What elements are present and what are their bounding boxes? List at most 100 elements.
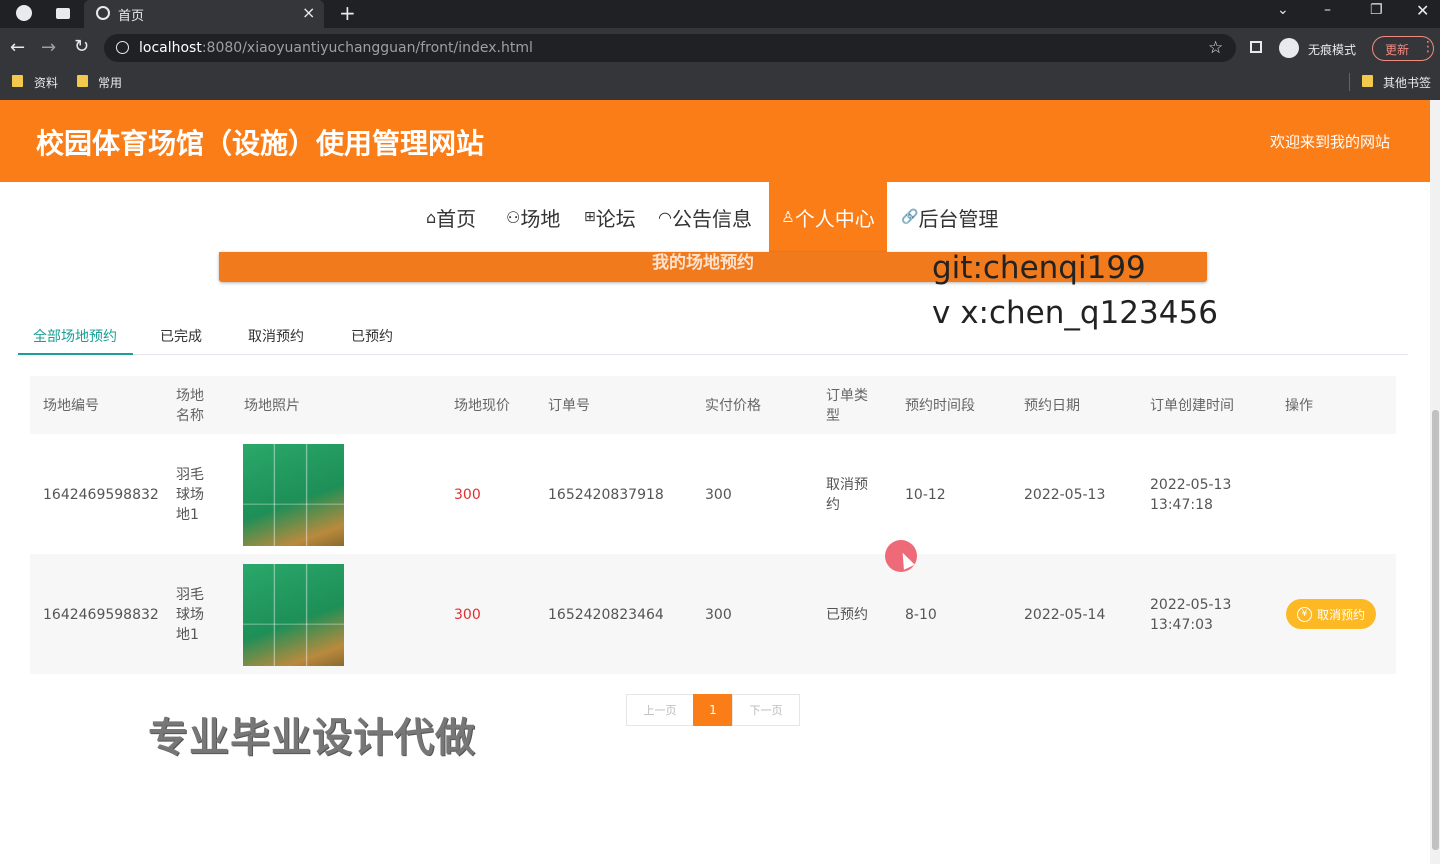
site-title: 校园体育场馆（设施）使用管理网站 bbox=[36, 127, 485, 160]
site-info-icon[interactable] bbox=[116, 41, 129, 54]
menu-icon: ⋮ bbox=[1421, 39, 1435, 55]
restore-icon[interactable]: ❐ bbox=[1370, 2, 1383, 18]
nav-forum[interactable]: ⊞ 论坛 bbox=[584, 182, 636, 252]
bookmarks-bar bbox=[0, 68, 1440, 100]
update-label: 更新 bbox=[1385, 43, 1410, 57]
created-clock: 13:47:03 bbox=[1150, 617, 1213, 633]
venue-no: 1642469598832 bbox=[43, 607, 159, 623]
venue-price: 300 bbox=[454, 607, 481, 623]
col-action: 操作 bbox=[1285, 398, 1313, 414]
paid-price: 300 bbox=[705, 487, 732, 503]
folder-icon bbox=[77, 75, 88, 87]
paid-price: 300 bbox=[705, 607, 732, 623]
welcome-text: 欢迎来到我的网站 bbox=[1270, 133, 1391, 151]
overlay-text-git: git:chenqi199 bbox=[932, 250, 1146, 286]
bookmark-divider bbox=[1349, 73, 1350, 91]
venue-photo bbox=[243, 444, 344, 546]
nav-label: 公告信息 bbox=[671, 206, 752, 231]
order-type: 取消预 约 bbox=[826, 475, 868, 515]
cancel-booking-button[interactable]: ¥ 取消预约 bbox=[1286, 599, 1376, 629]
col-created: 订单创建时间 bbox=[1150, 398, 1234, 414]
created-date: 2022-05-13 bbox=[1150, 477, 1232, 493]
forward-icon[interactable]: → bbox=[41, 37, 56, 58]
order-type-line: 约 bbox=[826, 497, 840, 513]
other-bookmarks[interactable]: 其他书签 bbox=[1383, 74, 1431, 91]
next-page-button[interactable]: 下一页 bbox=[732, 694, 800, 726]
overlay-text-contact: v x:chen_q123456 bbox=[932, 295, 1218, 331]
nav-announcements[interactable]: ◠ 公告信息 bbox=[658, 182, 752, 252]
venue-name-line: 地1 bbox=[176, 507, 199, 523]
tab-completed[interactable]: 已完成 bbox=[160, 326, 202, 346]
globe-icon bbox=[96, 6, 110, 20]
browser-icon[interactable] bbox=[16, 5, 32, 21]
venue-name-line: 球场 bbox=[176, 607, 204, 623]
venue-name-line: 羽毛 bbox=[176, 467, 204, 483]
url-text[interactable]: localhost:8080/xiaoyuantiyuchangguan/fro… bbox=[139, 40, 533, 56]
bookmark-ziliao[interactable]: 资料 bbox=[34, 74, 58, 91]
tab-booked[interactable]: 已预约 bbox=[351, 326, 393, 346]
tab-search-icon[interactable] bbox=[56, 8, 70, 19]
forum-icon: ⊞ bbox=[584, 209, 596, 225]
nav-admin[interactable]: 🔗 后台管理 bbox=[901, 182, 998, 252]
tab-cancelled[interactable]: 取消预约 bbox=[248, 326, 304, 346]
nav-label: 首页 bbox=[436, 206, 477, 231]
venue-no: 1642469598832 bbox=[43, 487, 159, 503]
venue-name-line: 羽毛 bbox=[176, 587, 204, 603]
created-time: 2022-05-13 13:47:03 bbox=[1150, 595, 1231, 635]
bookmark-changyong[interactable]: 常用 bbox=[98, 74, 122, 91]
bookmark-star-icon[interactable]: ☆ bbox=[1208, 38, 1223, 58]
section-title: 我的场地预约 bbox=[652, 253, 754, 273]
col-price: 场地现价 bbox=[454, 398, 510, 414]
incognito-label[interactable]: 无痕模式 bbox=[1308, 41, 1356, 58]
home-icon: ⌂ bbox=[426, 207, 437, 227]
venue-photo bbox=[243, 564, 344, 666]
col-order-type: 订单类型 bbox=[826, 388, 868, 424]
nav-label: 后台管理 bbox=[918, 206, 999, 231]
booking-date: 2022-05-14 bbox=[1024, 607, 1106, 623]
tab-active-indicator bbox=[18, 353, 133, 355]
user-icon: ♙ bbox=[781, 208, 795, 226]
dashboard-icon: ◠ bbox=[658, 207, 672, 227]
tab-all-bookings[interactable]: 全部场地预约 bbox=[33, 326, 117, 346]
col-venue-name: 场地名称 bbox=[176, 388, 204, 424]
update-button[interactable]: 更新 ⋮ bbox=[1372, 36, 1435, 61]
scrollbar-thumb[interactable] bbox=[1432, 410, 1439, 850]
col-order-no: 订单号 bbox=[548, 398, 590, 414]
venue-price: 300 bbox=[454, 487, 481, 503]
minimize-icon[interactable]: – bbox=[1324, 2, 1331, 18]
nav-label: 个人中心 bbox=[794, 206, 875, 231]
window-close-icon[interactable]: ✕ bbox=[1416, 1, 1429, 20]
overlay-watermark: 专业毕业设计代做 bbox=[148, 715, 476, 761]
venue-name-line: 地1 bbox=[176, 627, 199, 643]
nav-venue[interactable]: ⚇ 场地 bbox=[506, 182, 560, 252]
nav-personal-center[interactable]: ♙ 个人中心 bbox=[769, 182, 887, 252]
tab-list-icon[interactable]: ⌄ bbox=[1277, 2, 1289, 18]
tabs-divider bbox=[18, 354, 1408, 355]
created-time: 2022-05-13 13:47:18 bbox=[1150, 475, 1231, 515]
nav-label: 场地 bbox=[520, 206, 561, 231]
folder-icon bbox=[1362, 75, 1373, 87]
reload-icon[interactable]: ↻ bbox=[74, 36, 89, 57]
nav-home[interactable]: ⌂ 首页 bbox=[426, 182, 476, 252]
folder-icon bbox=[12, 75, 23, 87]
col-time-slot: 预约时间段 bbox=[905, 398, 975, 414]
back-icon[interactable]: ← bbox=[10, 37, 25, 58]
created-date: 2022-05-13 bbox=[1150, 597, 1232, 613]
tab-close-icon[interactable]: × bbox=[302, 3, 315, 22]
prev-page-button[interactable]: 上一页 bbox=[626, 694, 694, 726]
order-type: 已预约 bbox=[826, 607, 868, 623]
order-no: 1652420837918 bbox=[548, 487, 664, 503]
tab-title: 首页 bbox=[118, 9, 145, 24]
time-slot: 10-12 bbox=[905, 487, 946, 503]
side-panel-icon[interactable] bbox=[1250, 41, 1262, 53]
order-type-line: 取消预 bbox=[826, 477, 868, 493]
incognito-icon bbox=[1279, 38, 1299, 58]
new-tab-button[interactable]: + bbox=[339, 1, 356, 25]
page-1-button[interactable]: 1 bbox=[693, 694, 733, 726]
nav-label: 论坛 bbox=[595, 206, 636, 231]
time-slot: 8-10 bbox=[905, 607, 937, 623]
venue-name: 羽毛 球场 地1 bbox=[176, 585, 204, 645]
cancel-booking-label: 取消预约 bbox=[1316, 607, 1365, 622]
venue-name: 羽毛 球场 地1 bbox=[176, 465, 204, 525]
col-photo: 场地照片 bbox=[244, 398, 300, 414]
